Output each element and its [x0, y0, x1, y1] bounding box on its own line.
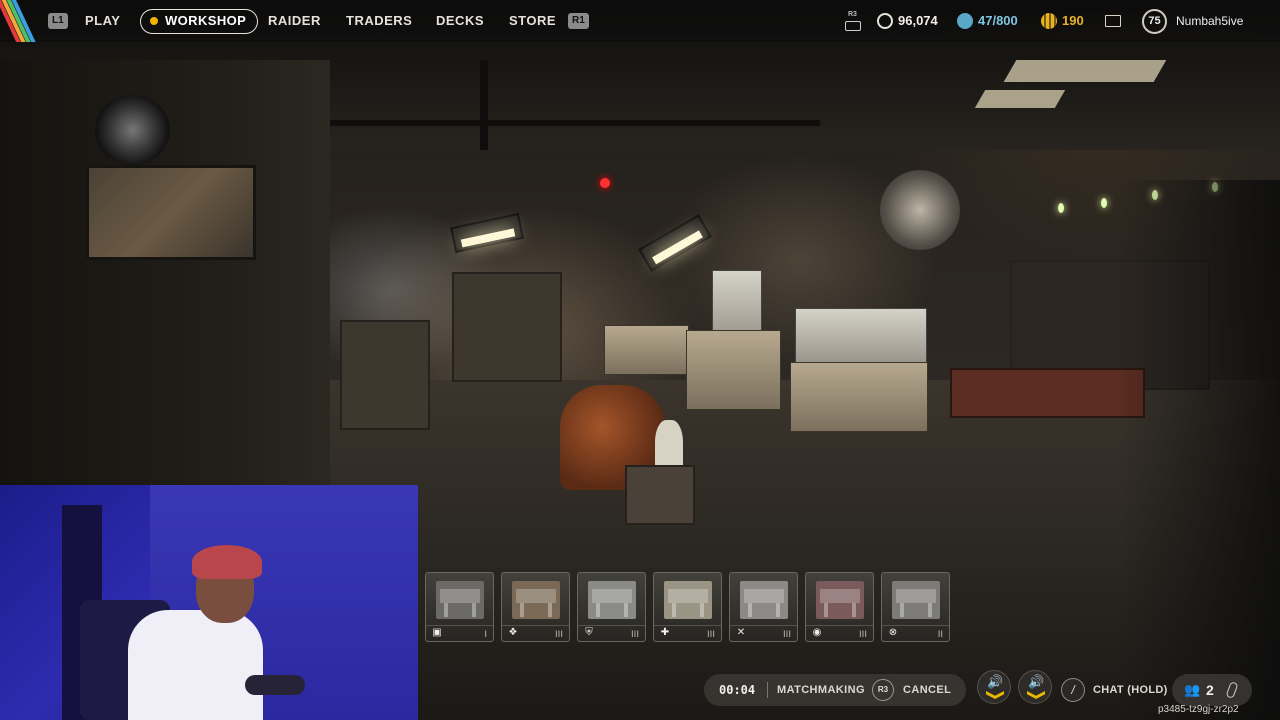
- wall-window: [86, 165, 256, 260]
- speaker-icon: 🔊: [987, 674, 1004, 689]
- station-slot-gunsmith[interactable]: ❖ III: [501, 572, 570, 642]
- r1-button-hint: R1: [568, 13, 589, 29]
- mail-icon[interactable]: [1105, 15, 1121, 27]
- l1-button-hint: L1: [48, 13, 68, 29]
- divider: [767, 682, 768, 698]
- top-navigation-bar: L1 PLAY WORKSHOP RAIDER TRADERS DECKS ST…: [0, 0, 1280, 42]
- party-members-icon: 👥: [1184, 682, 1201, 697]
- medical-icon: ✚: [660, 627, 670, 638]
- red-indicator: [600, 178, 610, 188]
- matchmaking-timer: 00:04: [719, 683, 756, 697]
- mic-icon[interactable]: [1225, 681, 1239, 699]
- player-level-badge: 75: [1142, 9, 1167, 34]
- rank-wings-icon: [986, 691, 1004, 699]
- stash-icon: [957, 13, 973, 29]
- station-slot-medical[interactable]: ✚ III: [653, 572, 722, 642]
- bench: [604, 325, 689, 375]
- station-thumbnail: [816, 581, 864, 619]
- gear-bench-icon: ⛨: [585, 627, 593, 638]
- station-slot-gear-bench[interactable]: ⛨ III: [577, 572, 646, 642]
- active-indicator-icon: [150, 17, 158, 25]
- wall-fan: [95, 95, 170, 165]
- voice-player-2[interactable]: 🔊: [1018, 670, 1052, 704]
- station-level: II: [937, 630, 943, 640]
- r3-button-hint: R3: [872, 679, 894, 701]
- explosives-icon: ✕: [736, 627, 746, 638]
- chat-icon[interactable]: /: [1061, 678, 1085, 702]
- ceiling-beam: [300, 120, 820, 126]
- matchmaking-status: 00:04 MATCHMAKING R3 CANCEL: [704, 674, 966, 706]
- tab-workshop[interactable]: WORKSHOP: [140, 9, 259, 34]
- right-shadow: [1120, 180, 1280, 720]
- speaker-icon: 🔊: [1028, 674, 1045, 689]
- stash-icon: ▣: [432, 627, 442, 638]
- station-thumbnail: [588, 581, 636, 619]
- tool-shelf: [452, 272, 562, 382]
- streamer-headset: [192, 545, 262, 579]
- tab-workshop-label: WORKSHOP: [165, 13, 247, 28]
- player-name[interactable]: Numbah5ive: [1176, 0, 1243, 42]
- station-slot-stash[interactable]: ▣ I: [425, 572, 494, 642]
- machine-stack: [340, 320, 430, 430]
- workbench: [686, 330, 781, 410]
- r3-button-hint: R3: [848, 11, 857, 18]
- crate: [625, 465, 695, 525]
- tab-raider[interactable]: RAIDER: [268, 0, 321, 42]
- controller-icon[interactable]: [845, 21, 861, 31]
- chat-hold-label: CHAT (HOLD): [1093, 684, 1168, 696]
- session-id: p3485-tz9gj-zr2p2: [1158, 704, 1239, 715]
- red-bench: [950, 368, 1145, 418]
- station-level: III: [555, 630, 563, 640]
- tab-decks[interactable]: DECKS: [436, 0, 484, 42]
- station-thumbnail: [436, 581, 484, 619]
- refiner-icon: ⊗: [888, 627, 898, 638]
- station-level: III: [631, 630, 639, 640]
- station-level: III: [707, 630, 715, 640]
- brand-stripes: [0, 0, 40, 42]
- credits-icon: [1041, 13, 1057, 29]
- hanging-light: [1101, 198, 1107, 208]
- ceiling-pipe: [480, 60, 488, 150]
- stage-light: [450, 213, 524, 253]
- gunsmith-icon: ❖: [508, 627, 518, 638]
- utility-icon: ◉: [812, 627, 822, 638]
- station-thumbnail: [512, 581, 560, 619]
- hanging-light: [1058, 203, 1064, 213]
- skylight: [1003, 60, 1167, 82]
- matchmaking-label: MATCHMAKING: [777, 684, 865, 696]
- station-thumbnail: [664, 581, 712, 619]
- webcam-overlay: [0, 485, 418, 720]
- party-count: 2: [1206, 682, 1214, 698]
- station-level: III: [859, 630, 867, 640]
- skylight: [974, 90, 1066, 108]
- coins-icon: [877, 13, 893, 29]
- coins-value: 96,074: [898, 13, 938, 28]
- station-thumbnail: [892, 581, 940, 619]
- cancel-matchmaking-button[interactable]: CANCEL: [903, 674, 951, 706]
- tab-traders[interactable]: TRADERS: [346, 0, 412, 42]
- workbench: [790, 362, 928, 432]
- rank-wings-icon: [1027, 691, 1045, 699]
- station-slot-utility[interactable]: ◉ III: [805, 572, 874, 642]
- control-panel: [795, 308, 927, 363]
- stage-light: [638, 214, 712, 272]
- streamer-body: [128, 610, 263, 720]
- station-thumbnail: [740, 581, 788, 619]
- party-indicator[interactable]: 👥 2: [1172, 674, 1252, 706]
- station-level: III: [783, 630, 791, 640]
- tab-store[interactable]: STORE: [509, 0, 556, 42]
- voice-player-1[interactable]: 🔊: [977, 670, 1011, 704]
- surgical-lamp: [880, 170, 960, 250]
- credits-value: 190: [1062, 13, 1084, 28]
- tab-play[interactable]: PLAY: [85, 0, 120, 42]
- station-slot-explosives[interactable]: ✕ III: [729, 572, 798, 642]
- stash-value: 47/800: [978, 13, 1018, 28]
- station-level: I: [484, 630, 487, 640]
- streamer-arm: [245, 675, 305, 695]
- station-slot-refiner[interactable]: ⊗ II: [881, 572, 950, 642]
